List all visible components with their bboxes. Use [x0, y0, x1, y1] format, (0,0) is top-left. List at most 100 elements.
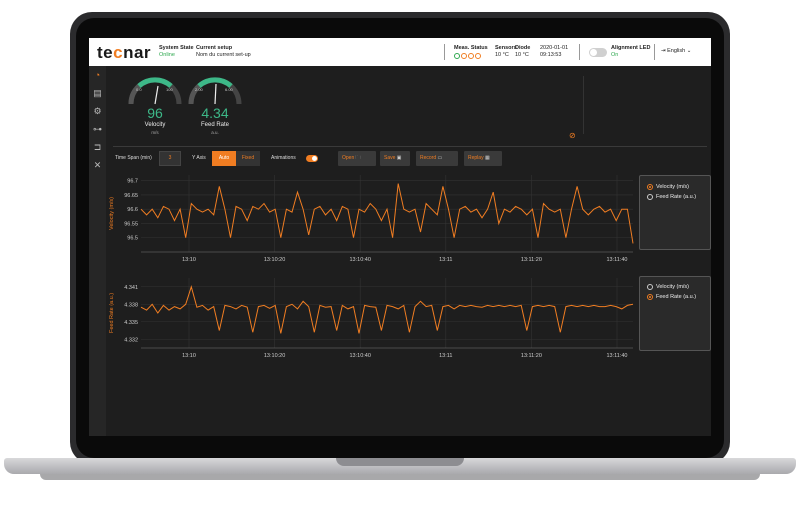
save-label: Save — [384, 155, 396, 161]
divider — [579, 44, 580, 60]
x-tick-label: 13:11 — [439, 353, 452, 359]
alignment-label: Alignment LED — [611, 45, 651, 51]
y-axis-label: Velocity (m/s) — [109, 197, 115, 230]
app-screen: tecnar System State Online Current setup… — [89, 38, 711, 436]
save-button[interactable]: Save ▣ — [380, 151, 410, 166]
setup-value: Nom du current set-up — [196, 52, 251, 58]
status-dot-icon — [475, 53, 481, 59]
gauge-unit: m/s — [151, 130, 159, 135]
auto-button[interactable]: Auto — [212, 151, 236, 166]
status-dot-icon — [468, 53, 474, 59]
sensor-icon[interactable]: ⊐ — [92, 142, 103, 153]
velocity-chart[interactable]: Velocity (m/s) 96.7 96.65 96.6 96.55 96.5 13:1… — [107, 171, 637, 266]
x-tick-label: 13:10:20 — [264, 353, 285, 359]
logout-icon[interactable]: ⇥ — [661, 48, 666, 54]
x-tick-label: 13:11:40 — [606, 353, 627, 359]
x-tick-label: 13:10:20 — [264, 257, 285, 263]
y-axis-label: Y Axis — [192, 155, 206, 161]
y-tick-label: 96.55 — [124, 221, 138, 227]
open-label: Open — [342, 155, 355, 161]
y-tick-label: 96.65 — [124, 193, 138, 199]
setup-label: Current setup — [196, 45, 233, 51]
legend-item-feed-rate[interactable]: Feed Rate (a.u.) — [647, 293, 696, 301]
sidebar: ◔ ▤ ⚙ ⊶ ⊐ ✕ — [89, 66, 106, 436]
gauge-label: Feed Rate — [200, 122, 230, 128]
time: 09:13:53 — [540, 52, 562, 58]
section-divider — [113, 146, 707, 147]
x-tick-label: 13:10:40 — [349, 353, 370, 359]
x-tick-label: 13:10 — [182, 257, 196, 263]
open-button[interactable]: Open 🗀 — [338, 151, 376, 166]
time-span-label: Time Span (min) — [115, 155, 152, 161]
replay-label: Replay — [468, 155, 484, 161]
feed-rate-legend: Velocity (m/s) Feed Rate (a.u.) — [639, 276, 711, 351]
feed-rate-chart[interactable]: Feed Rate (a.u.) 4.341 4.338 4.335 4.332 13:1… — [107, 274, 637, 362]
system-state: System State Online — [159, 45, 194, 59]
record-button[interactable]: Record ▭ — [416, 151, 458, 166]
diode: Diode 10 °C — [515, 45, 530, 59]
gauge-max: 100 — [166, 87, 173, 92]
laptop-notch — [336, 458, 464, 466]
folder-icon: 🗀 — [355, 155, 361, 161]
series-line — [140, 285, 634, 334]
velocity-gauge: 0.0 100 96 Velocity m/s — [125, 74, 185, 144]
legend-item-velocity[interactable]: Velocity (m/s) — [647, 183, 689, 191]
diode-label: Diode — [515, 45, 531, 51]
sliders-icon[interactable]: ⊶ — [92, 124, 103, 135]
meas-status-label: Meas. Status — [454, 45, 488, 51]
laptop-shadow — [40, 474, 760, 480]
document-icon[interactable]: ▤ — [92, 88, 103, 99]
feed-rate-gauge: 2.00 6.00 4.34 Feed Rate a.u. — [185, 74, 245, 144]
divider — [444, 44, 445, 60]
record-label: Record — [420, 155, 437, 161]
gauge-label: Velocity — [144, 122, 166, 128]
gear-icon[interactable]: ⚙ — [92, 106, 103, 117]
animations-toggle[interactable] — [306, 155, 318, 162]
gauge-value: 96 — [147, 105, 163, 121]
x-tick-label: 13:11 — [439, 257, 452, 263]
tools-icon[interactable]: ✕ — [92, 160, 103, 171]
radio-selected-icon — [647, 294, 653, 300]
legend-label: Feed Rate (a.u.) — [656, 294, 697, 300]
x-tick-label: 13:10 — [182, 353, 196, 359]
diode-value: 10 °C — [515, 52, 529, 58]
series-line — [140, 183, 634, 244]
y-axis-label: Feed Rate (a.u.) — [109, 293, 115, 333]
replay-button[interactable]: Replay ▦ — [464, 151, 502, 166]
legend-item-feed-rate[interactable]: Feed Rate (a.u.) — [647, 193, 696, 201]
fixed-button[interactable]: Fixed — [236, 151, 260, 166]
sensors-value: 10 °C — [495, 52, 509, 58]
y-tick-label: 4.332 — [124, 337, 138, 343]
camera-icon: ▭ — [437, 155, 443, 161]
animations-label: Animations — [271, 155, 296, 161]
y-tick-label: 96.6 — [127, 207, 138, 213]
date-time: 2020-01-01 09:13:53 — [540, 45, 568, 59]
radio-selected-icon — [647, 184, 653, 190]
gauge-max: 6.00 — [225, 87, 233, 92]
legend-label: Feed Rate (a.u.) — [656, 194, 697, 200]
alignment-led-toggle[interactable] — [589, 48, 607, 57]
legend-label: Velocity (m/s) — [656, 184, 690, 190]
meas-status: Meas. Status — [454, 45, 488, 62]
gauge-icon[interactable]: ◔ — [92, 70, 103, 81]
time-span-input[interactable]: 3 — [159, 151, 181, 166]
language-value: English — [667, 48, 686, 54]
sensors-label: Sensors — [495, 45, 517, 51]
alignment-value: On — [611, 52, 619, 58]
legend-item-velocity[interactable]: Velocity (m/s) — [647, 283, 689, 291]
y-tick-label: 4.341 — [124, 285, 138, 291]
logo: tecnar — [97, 43, 152, 62]
panel-divider — [583, 76, 584, 134]
save-icon: ▣ — [396, 155, 402, 161]
legend-label: Velocity (m/s) — [656, 284, 690, 290]
top-bar: tecnar System State Online Current setup… — [89, 38, 711, 66]
gauge-settings-icon[interactable]: ⊘ — [569, 131, 576, 140]
sensors: Sensors 10 °C — [495, 45, 517, 59]
date: 2020-01-01 — [540, 45, 569, 51]
x-tick-label: 13:10:40 — [349, 257, 370, 263]
y-tick-label: 4.335 — [124, 320, 138, 326]
language-selector[interactable]: ⇥ English ⌄ — [661, 48, 691, 55]
current-setup[interactable]: Current setup Nom du current set-up — [196, 45, 251, 59]
gauge-value: 4.34 — [201, 105, 229, 121]
gauge-min: 0.0 — [136, 87, 142, 92]
